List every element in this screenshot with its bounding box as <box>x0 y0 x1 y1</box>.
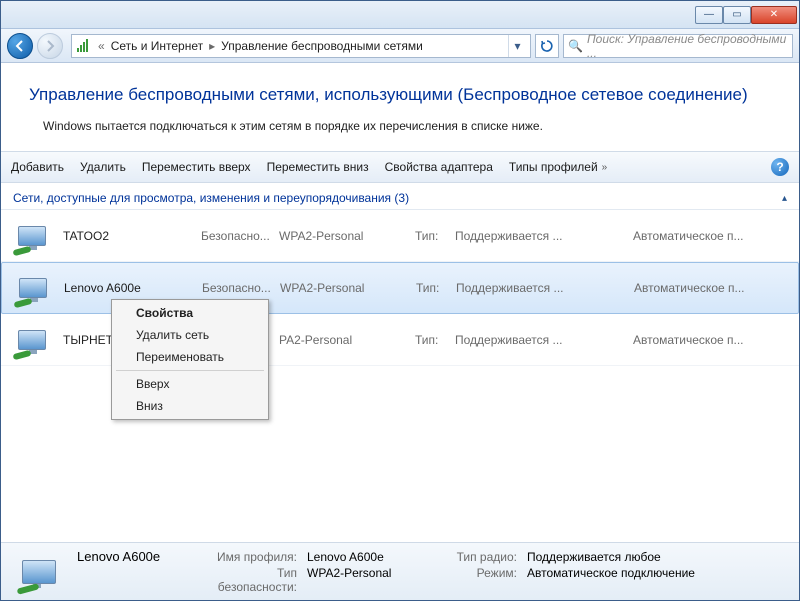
breadcrumb-prefix: « <box>98 39 105 53</box>
network-icon <box>9 216 55 256</box>
forward-button <box>37 33 63 59</box>
details-pane: Lenovo A600e Имя профиля: Lenovo A600e Т… <box>1 542 799 600</box>
minimize-button[interactable]: — <box>695 6 723 24</box>
type-value: Поддерживается ... <box>456 281 586 295</box>
network-name: Lenovo A600e <box>64 281 194 295</box>
profile-name-label: Имя профиля: <box>197 550 297 564</box>
network-icon <box>10 268 56 308</box>
auto-connect: Автоматическое п... <box>593 229 791 243</box>
security-value: PA2-Personal <box>279 333 407 347</box>
page-description: Windows пытается подключаться к этим сет… <box>1 115 799 151</box>
adapter-properties-button[interactable]: Свойства адаптера <box>385 160 493 174</box>
network-icon <box>13 550 65 594</box>
search-icon: 🔍 <box>568 39 583 53</box>
search-input[interactable]: 🔍 Поиск: Управление беспроводными ... <box>563 34 793 58</box>
explorer-window: — ▭ ✕ « Сеть и Интернет ▸ Управление бес… <box>0 0 800 601</box>
group-header-label: Сети, доступные для просмотра, изменения… <box>13 191 409 205</box>
search-placeholder: Поиск: Управление беспроводными ... <box>587 32 788 60</box>
type-label: Тип: <box>416 281 448 295</box>
ctx-separator <box>116 370 264 371</box>
close-button[interactable]: ✕ <box>751 6 797 24</box>
ctx-rename[interactable]: Переименовать <box>114 346 266 368</box>
security-type-label: Тип безопасности: <box>197 566 297 594</box>
ctx-delete-network[interactable]: Удалить сеть <box>114 324 266 346</box>
help-button[interactable]: ? <box>771 158 789 176</box>
refresh-icon <box>540 39 554 53</box>
toolbar-overflow[interactable]: » <box>602 162 608 173</box>
back-button[interactable] <box>7 33 33 59</box>
network-name: TATOO2 <box>63 229 193 243</box>
type-value: Поддерживается ... <box>455 333 585 347</box>
context-menu: Свойства Удалить сеть Переименовать Ввер… <box>111 299 269 420</box>
breadcrumb-network-internet[interactable]: Сеть и Интернет <box>111 39 203 53</box>
security-type-value: WPA2-Personal <box>307 566 427 580</box>
address-bar[interactable]: « Сеть и Интернет ▸ Управление беспровод… <box>71 34 531 58</box>
breadcrumb-sep-icon: ▸ <box>209 39 215 53</box>
type-value: Поддерживается ... <box>455 229 585 243</box>
network-icon <box>9 320 55 360</box>
radio-type-label: Тип радио: <box>437 550 517 564</box>
add-button[interactable]: Добавить <box>11 160 64 174</box>
collapse-icon[interactable]: ▴ <box>782 193 787 204</box>
move-up-button[interactable]: Переместить вверх <box>142 160 251 174</box>
radio-type-value: Поддерживается любое <box>527 550 661 564</box>
details-name: Lenovo A600e <box>77 549 187 564</box>
mode-value: Автоматическое подключение <box>527 566 695 580</box>
list-item[interactable]: TATOO2 Безопасно... WPA2-Personal Тип: П… <box>1 210 799 262</box>
address-dropdown[interactable]: ▾ <box>508 35 526 57</box>
security-value: WPA2-Personal <box>280 281 408 295</box>
auto-connect: Автоматическое п... <box>593 333 791 347</box>
group-header: Сети, доступные для просмотра, изменения… <box>1 183 799 210</box>
ctx-move-down[interactable]: Вниз <box>114 395 266 417</box>
arrow-left-icon <box>14 40 26 52</box>
window-buttons: — ▭ ✕ <box>695 6 797 24</box>
move-down-button[interactable]: Переместить вниз <box>267 160 369 174</box>
security-label: Безопасно... <box>201 229 271 243</box>
ctx-properties[interactable]: Свойства <box>114 302 266 324</box>
arrow-right-icon <box>44 40 56 52</box>
type-label: Тип: <box>415 229 447 243</box>
title-bar: — ▭ ✕ <box>1 1 799 29</box>
nav-bar: « Сеть и Интернет ▸ Управление беспровод… <box>1 29 799 63</box>
security-label: Безопасно... <box>202 281 272 295</box>
wireless-icon <box>76 38 92 54</box>
auto-connect: Автоматическое п... <box>594 281 790 295</box>
breadcrumb-manage-wireless[interactable]: Управление беспроводными сетями <box>221 39 423 53</box>
refresh-button[interactable] <box>535 34 559 58</box>
remove-button[interactable]: Удалить <box>80 160 126 174</box>
profile-name-value: Lenovo A600e <box>307 550 427 564</box>
profile-types-button[interactable]: Типы профилей <box>509 160 598 174</box>
page-title: Управление беспроводными сетями, использ… <box>1 63 799 115</box>
mode-label: Режим: <box>437 566 517 580</box>
command-bar: Добавить Удалить Переместить вверх Перем… <box>1 151 799 183</box>
security-value: WPA2-Personal <box>279 229 407 243</box>
type-label: Тип: <box>415 333 447 347</box>
ctx-move-up[interactable]: Вверх <box>114 373 266 395</box>
maximize-button[interactable]: ▭ <box>723 6 751 24</box>
